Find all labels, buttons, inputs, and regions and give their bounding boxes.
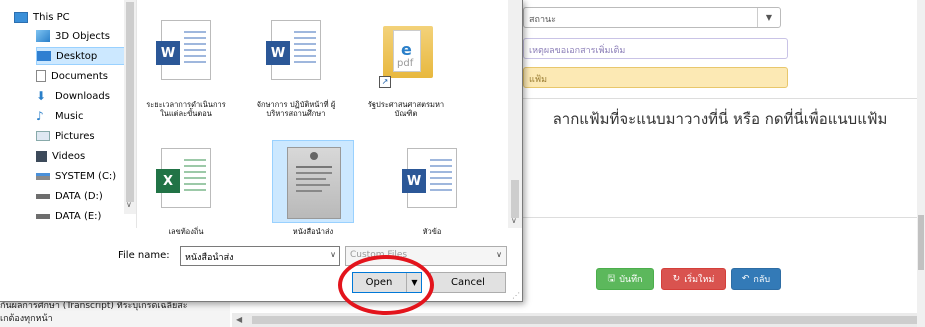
annotation-circle bbox=[338, 255, 434, 315]
file-input[interactable]: แฟ้ม bbox=[523, 67, 788, 88]
nav-item-documents[interactable]: Documents bbox=[36, 67, 132, 85]
chevron-down-icon[interactable]: ∨ bbox=[330, 250, 336, 259]
nav-item-downloads[interactable]: ⬇ Downloads bbox=[36, 87, 132, 105]
nav-item-label: Videos bbox=[52, 150, 86, 162]
chevron-down-icon[interactable]: ▼ bbox=[757, 8, 780, 27]
resize-grip-icon[interactable]: ⋰ bbox=[512, 291, 520, 300]
file-item[interactable]: e pdf ↗ bbox=[365, 12, 447, 102]
floppy-icon: 🖫 bbox=[607, 274, 616, 284]
scrollbar-thumb[interactable] bbox=[918, 215, 924, 270]
nav-item-label: Pictures bbox=[55, 130, 95, 142]
nav-item-data-d[interactable]: DATA (D:) bbox=[36, 187, 132, 205]
file-item-label: ระยะเวลาการดำเนินการในแต่ละขั้นตอน bbox=[146, 100, 226, 118]
nav-item-pictures[interactable]: Pictures bbox=[36, 127, 132, 145]
chevron-down-icon[interactable]: ∨ bbox=[511, 216, 517, 225]
reset-button-label: เริ่มใหม่ bbox=[684, 275, 715, 285]
nav-item-this-pc[interactable]: This PC bbox=[14, 8, 132, 26]
back-button-label: กลับ bbox=[753, 275, 771, 285]
reply-icon: ↶ bbox=[741, 274, 750, 284]
nav-item-music[interactable]: ♪ Music bbox=[36, 107, 132, 125]
word-document-icon: W bbox=[266, 20, 321, 80]
nav-item-3d-objects[interactable]: 3D Objects bbox=[36, 27, 132, 45]
nav-item-system-c[interactable]: SYSTEM (C:) bbox=[36, 167, 132, 185]
word-document-icon: W bbox=[156, 20, 211, 80]
drive-icon bbox=[36, 193, 50, 199]
cube-icon bbox=[36, 30, 50, 42]
file-item[interactable]: W bbox=[145, 12, 227, 102]
file-item-selected[interactable] bbox=[272, 140, 354, 223]
downloads-icon: ⬇ bbox=[36, 89, 47, 103]
word-document-icon: W bbox=[402, 148, 457, 208]
file-list-scrollbar[interactable]: ∨ bbox=[508, 0, 522, 228]
nav-item-label: DATA (D:) bbox=[55, 190, 103, 202]
file-name-label: File name: bbox=[118, 250, 170, 261]
reason-placeholder: เหตุผลขอเอกสารเพิ่มเติม bbox=[529, 46, 626, 56]
file-item[interactable]: W bbox=[255, 12, 337, 102]
pictures-icon bbox=[36, 131, 50, 141]
cancel-button-label: Cancel bbox=[451, 277, 485, 288]
desktop-icon bbox=[37, 51, 51, 61]
nav-item-label: SYSTEM (C:) bbox=[55, 170, 117, 182]
file-item[interactable]: W bbox=[391, 140, 473, 230]
nav-item-desktop[interactable]: Desktop bbox=[36, 47, 132, 65]
back-button[interactable]: ↶ กลับ bbox=[731, 268, 781, 290]
file-item-label: หนังสือนำส่ง bbox=[292, 227, 334, 236]
videos-icon bbox=[36, 150, 47, 162]
status-placeholder: สถานะ bbox=[529, 15, 556, 25]
save-button[interactable]: 🖫 บันทึก bbox=[596, 268, 654, 290]
file-item-label: หัวข้อ bbox=[422, 227, 442, 236]
excel-spreadsheet-icon: X bbox=[156, 148, 211, 208]
nav-item-label: Desktop bbox=[56, 50, 98, 62]
nav-item-label: DATA (E:) bbox=[55, 210, 102, 222]
file-item-label: จักษาการ ปฏิบัติหน้าที่ ผู้บริหารสถานศึก… bbox=[256, 100, 336, 118]
music-icon: ♪ bbox=[36, 109, 44, 123]
nav-item-label: Downloads bbox=[55, 90, 110, 102]
instruction-line: เกต้องทุกหน้า bbox=[0, 314, 53, 324]
documents-icon bbox=[36, 70, 46, 82]
open-file-dialog: This PC 3D Objects Desktop Documents ⬇ D… bbox=[0, 0, 523, 302]
scroll-left-icon[interactable]: ◀ bbox=[236, 313, 242, 327]
shortcut-arrow-icon: ↗ bbox=[379, 76, 391, 88]
drop-zone-text[interactable]: ลากแฟ้มที่จะแนบมาวางที่นี่ หรือ กดที่นี่… bbox=[520, 108, 920, 130]
file-item-label: เลขท้องถิ่น bbox=[168, 227, 204, 236]
file-name-input[interactable]: หนังสือนำส่ง ∨ bbox=[180, 246, 340, 266]
cancel-button[interactable]: Cancel bbox=[430, 272, 506, 293]
file-item[interactable]: X bbox=[145, 140, 227, 230]
refresh-icon: ↻ bbox=[672, 274, 681, 284]
reason-input[interactable]: เหตุผลขอเอกสารเพิ่มเติม bbox=[523, 38, 788, 59]
nav-item-label: 3D Objects bbox=[55, 30, 111, 42]
nav-item-label: This PC bbox=[33, 11, 70, 23]
nav-item-data-e[interactable]: DATA (E:) bbox=[36, 207, 132, 225]
nav-item-label: Music bbox=[55, 110, 84, 122]
file-list-view: W ระยะเวลาการดำเนินการในแต่ละขั้นตอน W จ… bbox=[137, 0, 522, 236]
nav-item-videos[interactable]: Videos bbox=[36, 147, 132, 165]
pdf-folder-icon: e pdf bbox=[383, 26, 433, 78]
pc-icon bbox=[14, 11, 28, 23]
save-button-label: บันทึก bbox=[619, 275, 643, 285]
scrollbar-thumb[interactable] bbox=[252, 316, 917, 324]
scanned-document-thumbnail bbox=[287, 147, 341, 219]
file-name-value: หนังสือนำส่ง bbox=[185, 253, 234, 263]
nav-pane-scrollbar[interactable]: ∨ bbox=[124, 0, 136, 214]
chevron-down-icon[interactable]: ∨ bbox=[496, 250, 502, 259]
nav-item-label: Documents bbox=[51, 70, 109, 82]
file-placeholder: แฟ้ม bbox=[529, 75, 548, 85]
instruction-text: กันผลการศึกษา (Transcript) ที่ระบุเกรดเฉ… bbox=[0, 300, 230, 327]
scrollbar-thumb[interactable] bbox=[126, 2, 134, 202]
drive-icon bbox=[36, 213, 50, 219]
drive-icon bbox=[36, 172, 50, 180]
page-horizontal-scrollbar[interactable]: ◀ bbox=[232, 313, 917, 327]
page-vertical-scrollbar[interactable] bbox=[917, 0, 925, 327]
status-select[interactable]: สถานะ ▼ bbox=[523, 7, 781, 28]
file-item-label: รัฐประศาสนศาสตรมหาบัณฑิต bbox=[367, 100, 445, 118]
scrollbar-thumb[interactable] bbox=[511, 180, 519, 218]
reset-button[interactable]: ↻ เริ่มใหม่ bbox=[661, 268, 726, 290]
chevron-down-icon[interactable]: ∨ bbox=[126, 200, 132, 209]
navigation-pane: This PC 3D Objects Desktop Documents ⬇ D… bbox=[0, 0, 137, 228]
